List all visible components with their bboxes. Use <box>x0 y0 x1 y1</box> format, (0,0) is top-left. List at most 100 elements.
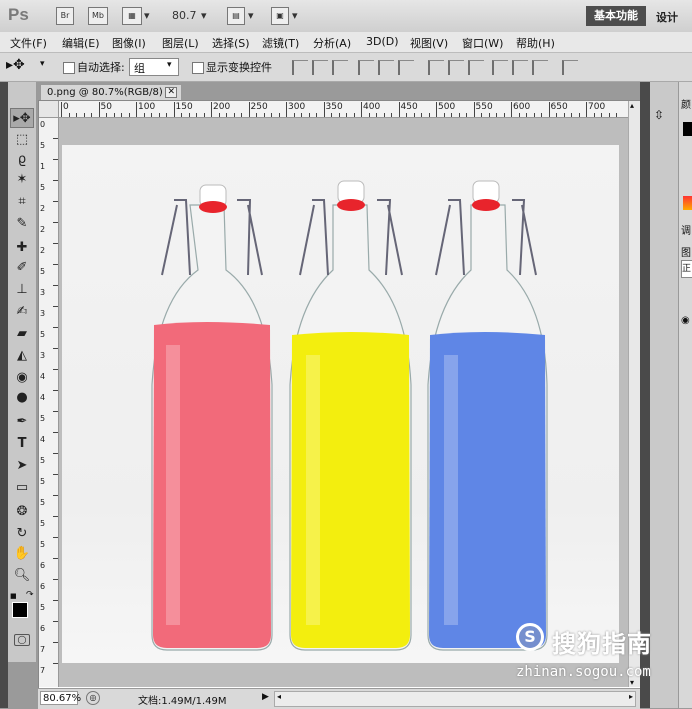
crop-tool-icon[interactable]: ⌗ <box>10 192 34 212</box>
distribute-vertical-center-icon[interactable] <box>448 60 464 75</box>
ruler-vertical[interactable]: 0 5 1 5 2 2 2 5 3 3 5 3 4 4 5 4 5 5 5 5 5 6 6 5 6 7 7 <box>39 117 59 687</box>
color-swatch[interactable] <box>683 122 692 136</box>
arrange-documents-icon[interactable]: ▤ <box>227 7 245 25</box>
arrange-dropdown-icon[interactable]: ▾ <box>248 9 254 22</box>
blend-mode-field[interactable]: 正 <box>681 260 692 278</box>
layers-panel-tab[interactable]: 图 <box>681 244 691 259</box>
menu-window[interactable]: 窗口(W) <box>462 35 503 51</box>
menu-3d[interactable]: 3D(D) <box>366 35 399 48</box>
horizontal-scrollbar[interactable]: ◂ ▸ <box>274 691 636 707</box>
screen-mode-icon[interactable]: ▣ <box>271 7 289 25</box>
move-tool-icon[interactable]: ▸✥ <box>10 108 34 128</box>
tool-preset-dropdown-icon[interactable]: ▾ <box>40 59 45 69</box>
ruler-left-label: 5 <box>40 603 46 612</box>
menu-select[interactable]: 选择(S) <box>212 35 250 51</box>
menu-edit[interactable]: 编辑(E) <box>62 35 100 51</box>
align-vertical-center-icon[interactable] <box>312 60 328 75</box>
auto-select-dropdown[interactable]: 组 ▾ <box>129 58 179 76</box>
ruler-horizontal[interactable]: 0 50 100 150 200 250 300 350 400 450 500 550 600 650 7… <box>58 101 628 118</box>
history-brush-tool-icon[interactable]: ✍ <box>10 302 34 322</box>
layer-visibility-eye-icon[interactable]: ◉ <box>681 315 690 326</box>
quick-mask-icon[interactable]: ◯ <box>14 634 30 646</box>
align-bottom-icon[interactable] <box>332 60 348 75</box>
adjustments-panel-tab[interactable]: 调 <box>681 222 691 237</box>
clone-stamp-tool-icon[interactable]: ⊥ <box>10 280 34 300</box>
status-menu-arrow-icon[interactable]: ▶ <box>262 692 269 702</box>
swatch-strip[interactable] <box>683 196 692 210</box>
hand-tool-icon[interactable]: ✋ <box>10 544 34 564</box>
auto-align-layers-icon[interactable] <box>562 60 578 75</box>
ruler-tick <box>511 102 512 117</box>
distribute-bottom-icon[interactable] <box>468 60 484 75</box>
move-tool-preset-icon[interactable]: ▸✥ <box>6 57 25 73</box>
dodge-tool-icon[interactable]: ● <box>10 388 34 408</box>
panel-icon-1[interactable]: ⇳ <box>654 108 664 122</box>
zoom-level-value[interactable]: 80.7 <box>172 9 197 22</box>
scroll-right-icon[interactable]: ▸ <box>629 692 633 701</box>
distribute-right-icon[interactable] <box>532 60 548 75</box>
ruler-left-label: 3 <box>40 309 46 318</box>
scroll-up-icon[interactable]: ▴ <box>630 101 634 110</box>
view-extras-dropdown-icon[interactable]: ▾ <box>144 9 150 22</box>
ruler-tick <box>196 113 197 117</box>
screen-mode-dropdown-icon[interactable]: ▾ <box>292 9 298 22</box>
3d-rotate-tool-icon[interactable]: ❂ <box>10 502 34 522</box>
document-tab[interactable]: 0.png @ 80.7%(RGB/8) ✕ <box>40 84 182 100</box>
ruler-left-label: 1 <box>40 162 46 171</box>
distribute-top-icon[interactable] <box>428 60 444 75</box>
menu-image[interactable]: 图像(I) <box>112 35 146 51</box>
view-extras-icon[interactable]: ▦ <box>122 7 142 25</box>
minibridge-button[interactable]: Mb <box>88 7 108 25</box>
type-tool-icon[interactable]: T <box>10 434 34 454</box>
scroll-left-icon[interactable]: ◂ <box>277 692 281 701</box>
magic-wand-tool-icon[interactable]: ✶ <box>10 170 34 190</box>
path-selection-tool-icon[interactable]: ➤ <box>10 456 34 476</box>
ruler-tick <box>361 102 362 117</box>
ruler-origin[interactable] <box>39 101 59 118</box>
healing-brush-tool-icon[interactable]: ✚ <box>10 238 34 258</box>
menu-analysis[interactable]: 分析(A) <box>313 35 351 51</box>
distribute-left-icon[interactable] <box>492 60 508 75</box>
zoom-tool-icon[interactable]: 🔍︎ <box>10 566 34 586</box>
document-image-three-bottles[interactable] <box>62 145 619 663</box>
ruler-left-label: 5 <box>40 498 46 507</box>
3d-orbit-tool-icon[interactable]: ↻ <box>10 524 34 544</box>
menu-help[interactable]: 帮助(H) <box>516 35 555 51</box>
align-top-icon[interactable] <box>292 60 308 75</box>
blur-tool-icon[interactable]: ◉ <box>10 368 34 388</box>
swap-colors-icon[interactable]: ↷ <box>26 590 34 600</box>
paint-bucket-tool-icon[interactable]: ◭ <box>10 346 34 366</box>
ruler-tick <box>53 642 58 643</box>
menu-file[interactable]: 文件(F) <box>10 35 47 51</box>
ruler-top-label: 700 <box>588 102 606 112</box>
menu-layer[interactable]: 图层(L) <box>162 35 199 51</box>
zoom-percentage-field[interactable]: 80.67% <box>40 691 81 705</box>
eraser-tool-icon[interactable]: ▰ <box>10 324 34 344</box>
workspace-design-button[interactable]: 设计 <box>656 9 678 25</box>
shape-tool-icon[interactable]: ▭ <box>10 478 34 498</box>
align-left-icon[interactable] <box>358 60 374 75</box>
brush-tool-icon[interactable]: ✐ <box>10 258 34 278</box>
default-colors-icon[interactable]: ■ <box>10 592 18 600</box>
zoom-dropdown-icon[interactable]: ▾ <box>201 9 207 22</box>
eyedropper-tool-icon[interactable]: ✎ <box>10 214 34 234</box>
bridge-button[interactable]: Br <box>56 7 74 25</box>
close-icon[interactable]: ✕ <box>165 87 177 98</box>
workspace-essentials-button[interactable]: 基本功能 <box>586 6 646 26</box>
menu-filter[interactable]: 滤镜(T) <box>262 35 299 51</box>
ruler-tick <box>481 113 482 117</box>
distribute-horizontal-center-icon[interactable] <box>512 60 528 75</box>
vertical-scrollbar[interactable]: ▴ ▾ <box>628 101 640 687</box>
lasso-tool-icon[interactable]: ϱ <box>10 150 34 170</box>
pen-tool-icon[interactable]: ✒ <box>10 412 34 432</box>
marquee-tool-icon[interactable]: ⬚ <box>10 130 34 150</box>
align-horizontal-center-icon[interactable] <box>378 60 394 75</box>
auto-select-checkbox[interactable] <box>63 62 75 74</box>
show-transform-checkbox[interactable] <box>192 62 204 74</box>
status-info-icon[interactable]: ◎ <box>86 691 100 705</box>
foreground-color-swatch[interactable] <box>12 602 28 618</box>
menu-view[interactable]: 视图(V) <box>410 35 448 51</box>
color-panel-tab[interactable]: 颜 <box>681 96 691 111</box>
document-size-info: 文档:1.49M/1.49M <box>138 696 227 707</box>
align-right-icon[interactable] <box>398 60 414 75</box>
